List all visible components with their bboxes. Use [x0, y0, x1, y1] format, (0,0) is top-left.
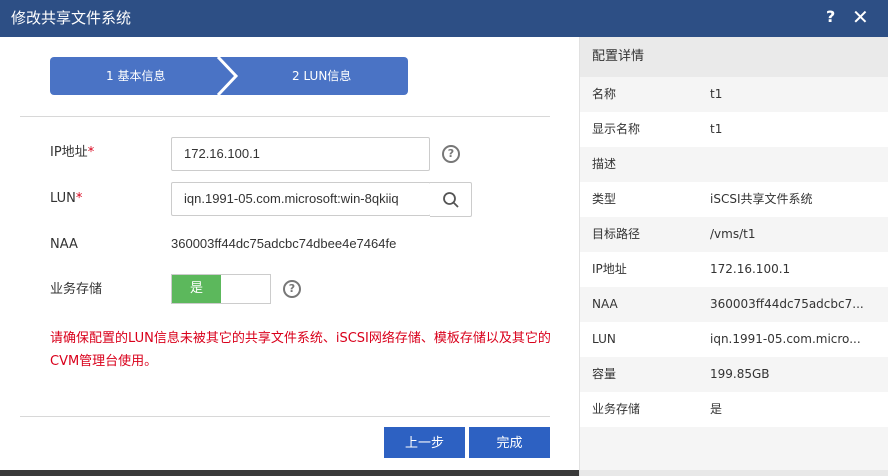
step-basic-info[interactable]: 1 基本信息 — [50, 57, 228, 95]
details-bottom-bar — [580, 470, 888, 476]
detail-row: IP地址 172.16.100.1 — [580, 252, 888, 287]
detail-row: 描述 — [592, 157, 617, 171]
details-title: 配置详情 — [580, 37, 888, 77]
background-strip — [0, 470, 579, 476]
detail-row: 业务存储是 — [580, 392, 888, 427]
search-icon — [442, 191, 459, 208]
step-indicator: 1 基本信息 2 LUN信息 — [50, 57, 408, 95]
lun-search-button[interactable] — [430, 182, 472, 217]
help-icon[interactable]: ? — [826, 7, 835, 27]
detail-row: 容量 199.85GB — [592, 367, 770, 381]
naa-label: NAA — [50, 237, 78, 252]
ip-input[interactable]: 172.16.100.1 — [171, 137, 430, 171]
divider-bottom — [20, 416, 550, 417]
naa-value: 360003ff44dc75adcbc74dbee4e7464fe — [171, 236, 397, 251]
form-panel: 1 基本信息 2 LUN信息 IP地址* 172.16.100.1 ? LUN*… — [0, 37, 579, 476]
prev-button[interactable]: 上一步 — [384, 427, 465, 458]
storage-label: 业务存储 — [50, 282, 103, 297]
divider-top — [20, 116, 550, 117]
step-lun-info[interactable]: 2 LUN信息 — [228, 57, 408, 95]
step-chevron-icon — [216, 57, 239, 95]
storage-toggle-on: 是 — [172, 275, 221, 303]
ip-help-icon[interactable]: ? — [442, 145, 460, 163]
detail-row: 显示名称 t1 — [580, 112, 888, 147]
detail-row: 类型 iSCSI共享文件系统 — [580, 182, 888, 217]
warning-text: 请确保配置的LUN信息未被其它的共享文件系统、iSCSI网络存储、模板存储以及其… — [50, 331, 551, 369]
close-icon[interactable]: ✕ — [852, 6, 869, 28]
dialog-title: 修改共享文件系统 — [11, 9, 132, 27]
dialog-titlebar: 修改共享文件系统 ? ✕ — [0, 0, 888, 37]
detail-row: LUN iqn.1991-05.com.micro... — [580, 322, 888, 357]
detail-row: NAA 360003ff44dc75adcbc7... — [592, 297, 864, 311]
detail-row: 名称 t1 — [592, 87, 723, 101]
lun-label: LUN* — [50, 191, 83, 206]
storage-toggle[interactable]: 是 — [171, 274, 271, 304]
details-panel: 配置详情 名称 t1 显示名称 t1 描述 类型 iSCSI共享文件系统 目标路径/v… — [579, 37, 888, 476]
lun-input[interactable]: iqn.1991-05.com.microsoft:win-8qkiiq — [171, 182, 431, 216]
done-button[interactable]: 完成 — [469, 427, 550, 458]
ip-label: IP地址* — [50, 145, 95, 160]
storage-help-icon[interactable]: ? — [283, 280, 301, 298]
detail-row: 目标路径/vms/t1 — [592, 227, 756, 241]
